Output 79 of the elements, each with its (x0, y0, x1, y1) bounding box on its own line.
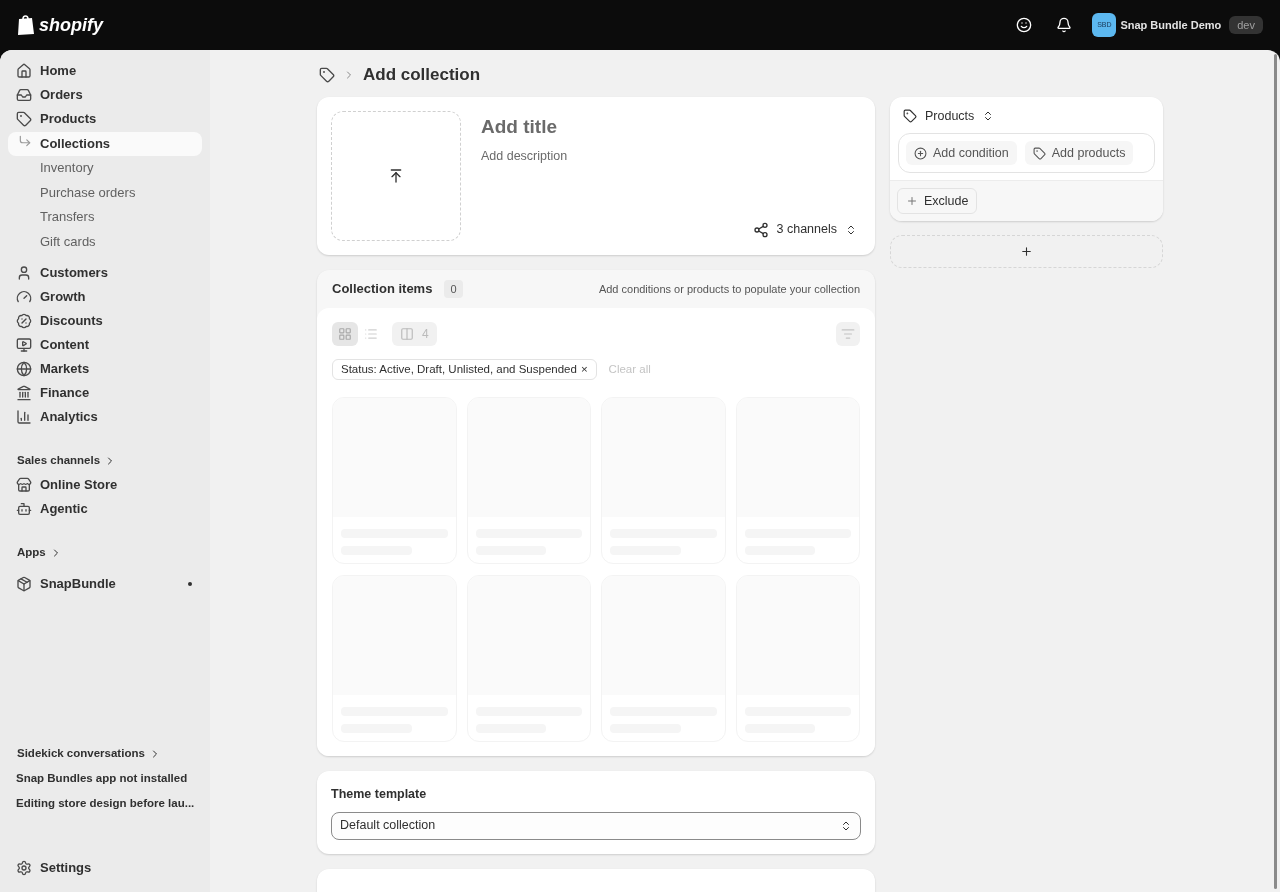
section-title: Collection items (332, 280, 433, 299)
conversation-link[interactable]: Snap Bundles app not installed (8, 766, 202, 791)
title-field[interactable]: Add title (481, 112, 861, 142)
plus-icon (906, 195, 918, 207)
page-title: Add collection (363, 64, 481, 87)
template-select[interactable]: Default collection (331, 811, 861, 840)
store-name: Snap Bundle Demo (1120, 17, 1222, 33)
updown-icon (845, 223, 857, 236)
section-heading[interactable]: Sales channels (8, 449, 202, 473)
nav-item[interactable]: Growth (8, 285, 202, 309)
description-field[interactable]: Add description (481, 147, 861, 166)
tag-icon (903, 109, 917, 123)
nav-icon (16, 87, 32, 103)
nav-item[interactable]: Settings (8, 856, 202, 880)
products-icon[interactable] (319, 67, 335, 83)
exclude-button[interactable]: Exclude (897, 188, 978, 214)
grid-icon (338, 327, 352, 341)
hint-text: Add conditions or products to populate your collection (598, 281, 860, 297)
add-button[interactable]: Add condition (906, 141, 1017, 165)
nav-item[interactable]: Gift cards (8, 229, 202, 254)
nav-item[interactable]: Online Store (8, 473, 202, 497)
filter-button[interactable] (836, 322, 860, 346)
nav-icon (16, 409, 32, 425)
tag-icon (1032, 146, 1046, 160)
nav-icon (16, 576, 32, 592)
branch-icon (18, 133, 32, 148)
nav-item[interactable]: Markets (8, 357, 202, 381)
source-selector[interactable]: Products (898, 105, 1000, 127)
nav-item[interactable]: Purchase orders (8, 180, 202, 205)
updown-icon (840, 819, 852, 832)
nav-item[interactable]: Customers (8, 261, 202, 285)
nav-item[interactable]: Discounts (8, 309, 202, 333)
nav-icon (16, 477, 32, 493)
section-heading[interactable]: Sidekick conversations (8, 742, 202, 766)
sidekick-icon[interactable] (1016, 17, 1033, 33)
image-upload[interactable] (331, 111, 461, 241)
conversation-link[interactable]: Editing store design before lau... (8, 791, 202, 816)
filter-icon (841, 327, 855, 341)
nav-item[interactable]: Inventory (8, 156, 202, 180)
dev-tag: dev (1229, 15, 1263, 35)
notifications-icon[interactable] (1056, 17, 1073, 33)
nav-icon (16, 63, 32, 79)
nav-item[interactable]: Transfers (8, 205, 202, 229)
remove-filter-button[interactable]: × (580, 360, 588, 379)
nav-icon (16, 313, 32, 329)
nav-item[interactable]: Collections (8, 131, 202, 156)
columns-icon (400, 327, 414, 341)
channels-icon (752, 221, 769, 238)
field-label: Theme template (331, 786, 428, 803)
plus-circle-icon (914, 146, 927, 160)
upload-icon (388, 168, 404, 184)
nav-icon (16, 501, 32, 517)
nav-icon (16, 111, 32, 127)
nav-icon (16, 385, 32, 401)
section-heading[interactable]: Apps (8, 541, 202, 565)
nav-item[interactable]: Finance (8, 381, 202, 405)
nav-item[interactable]: Home (8, 59, 202, 83)
scrollbar[interactable] (1273, 54, 1277, 889)
nav-item[interactable]: Agentic (8, 497, 202, 521)
nav-icon (16, 265, 32, 281)
bag-icon (17, 14, 35, 36)
add-button[interactable]: Add products (1024, 141, 1134, 165)
plus-icon (1020, 245, 1033, 258)
channels-selector[interactable]: 3 channels (752, 220, 857, 239)
add-section-button[interactable] (890, 235, 1163, 268)
nav-item[interactable]: Analytics (8, 405, 202, 429)
list-icon (364, 327, 378, 341)
nav-item[interactable]: SnapBundle (8, 572, 188, 596)
nav-item[interactable]: Orders (8, 83, 202, 107)
shopify-logo[interactable]: shopify (17, 11, 103, 39)
nav-icon (16, 361, 32, 377)
nav-item[interactable]: Products (8, 107, 202, 131)
nav-icon (16, 337, 32, 353)
filter-chip[interactable]: Status: Active, Draft, Unlisted, and Suspended × (332, 359, 597, 380)
count-badge: 0 (444, 279, 463, 299)
nav-item[interactable]: Content (8, 333, 202, 357)
nav-icon (16, 860, 32, 876)
view-toggle[interactable] (332, 322, 358, 346)
nav-icon (16, 289, 32, 305)
